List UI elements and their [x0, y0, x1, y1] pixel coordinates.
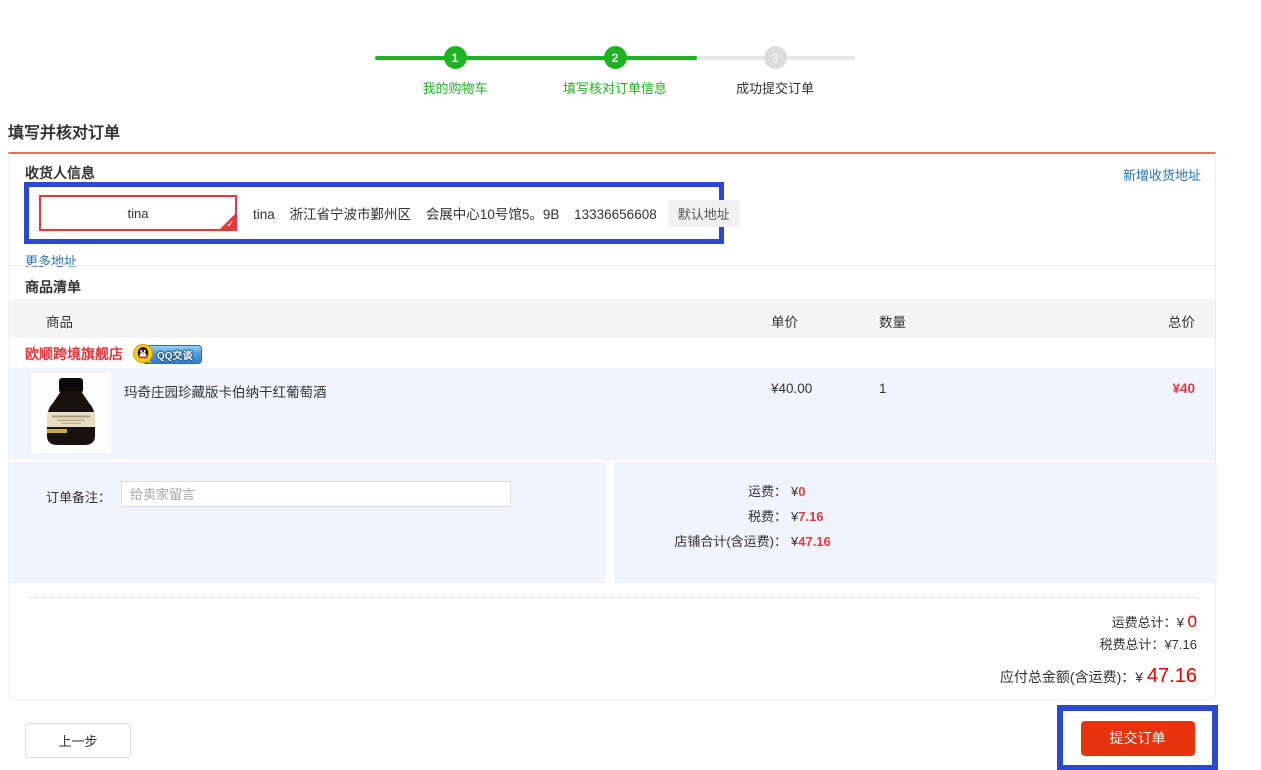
summary-tax-value: ¥7.16 [1164, 637, 1197, 652]
qq-chat-button[interactable]: QQ交谈 [133, 344, 202, 364]
qq-penguin-icon [133, 344, 154, 364]
store-totals-panel: 运费： ¥ 0 税费： ¥ 7.16 店铺合计(含运费)： ¥ 47.16 [614, 462, 1217, 583]
order-box: 收货人信息 新增收货地址 tina ✓ tina 浙江省宁波市鄞州区 会展中心1… [8, 152, 1216, 700]
col-header-total: 总价 [1168, 311, 1195, 331]
order-summary: 运费总计：¥ 0 税费总计：¥7.16 应付总金额(含运费)：¥ 47.16 [29, 597, 1197, 692]
summary-payable-currency: ¥ [1135, 669, 1147, 685]
add-address-link[interactable]: 新增收货地址 [1123, 165, 1201, 184]
store-tax-row: 税费： ¥ 7.16 [642, 504, 831, 529]
order-remark-panel: 订单备注： [9, 462, 606, 583]
wine-bottle-image [31, 373, 111, 453]
summary-tax-row: 税费总计：¥7.16 [29, 634, 1197, 656]
store-shipping-label: 运费： [642, 479, 787, 504]
selected-address-card[interactable]: tina ✓ [39, 195, 237, 231]
address-recipient: tina [253, 207, 275, 222]
address-phone: 13336656608 [574, 207, 657, 222]
product-quantity: 1 [879, 381, 887, 396]
summary-tax-label: 税费总计： [1099, 637, 1164, 652]
step-cart: 1 我的购物车 [375, 46, 535, 97]
address-detail-line: tina 浙江省宁波市鄞州区 会展中心10号馆5。9B 13336656608 [253, 203, 668, 223]
product-table-header: 商品 单价 数量 总价 [9, 299, 1215, 338]
summary-payable-row: 应付总金额(含运费)：¥ 47.16 [29, 661, 1197, 692]
product-name-link[interactable]: 玛奇庄园珍藏版卡伯纳干红葡萄酒 [124, 381, 327, 401]
summary-shipping-currency: ¥ [1177, 615, 1188, 630]
step-3-circle: 3 [764, 46, 787, 69]
step-1-circle: 1 [444, 46, 467, 69]
product-unit-price: ¥40.00 [771, 381, 812, 396]
summary-payable-value: 47.16 [1147, 665, 1197, 687]
store-shipping-row: 运费： ¥ 0 [642, 479, 831, 504]
col-header-quantity: 数量 [879, 311, 906, 331]
store-tax-value: 7.16 [798, 504, 823, 529]
summary-shipping-row: 运费总计：¥ 0 [29, 611, 1197, 634]
highlight-box-submit: 提交订单 [1057, 705, 1218, 770]
store-shipping-value: 0 [798, 479, 805, 504]
summary-payable-label: 应付总金额(含运费)： [1000, 669, 1135, 685]
order-remark-label: 订单备注： [46, 487, 111, 506]
product-row: 玛奇庄园珍藏版卡伯纳干红葡萄酒 ¥40.00 1 ¥40 [9, 368, 1215, 460]
checkout-stepper: 1 我的购物车 2 填写核对订单信息 3 成功提交订单 [375, 46, 855, 97]
address-street: 会展中心10号馆5。9B [426, 207, 560, 222]
check-icon: ✓ [226, 220, 234, 229]
qq-chat-label: QQ交谈 [157, 347, 193, 362]
store-tax-label: 税费： [642, 504, 787, 529]
address-region: 浙江省宁波市鄞州区 [290, 207, 412, 222]
summary-shipping-value: 0 [1188, 612, 1197, 631]
step-submitted: 3 成功提交订单 [695, 46, 855, 97]
page-title: 填写并核对订单 [8, 119, 120, 143]
step-3-label: 成功提交订单 [736, 78, 814, 97]
col-header-product: 商品 [46, 311, 73, 331]
col-header-unit-price: 单价 [771, 311, 798, 331]
back-button[interactable]: 上一步 [25, 723, 131, 758]
store-shipping-currency: ¥ [791, 479, 798, 504]
store-name-link[interactable]: 欧顺跨境旗舰店 [25, 344, 123, 364]
summary-shipping-label: 运费总计： [1112, 615, 1177, 630]
default-address-badge: 默认地址 [668, 200, 740, 227]
product-image[interactable] [31, 373, 111, 453]
store-subtotal-value: 47.16 [798, 529, 831, 554]
store-row: 欧顺跨境旗舰店 QQ交谈 [9, 338, 1215, 370]
order-remark-input[interactable] [121, 481, 511, 507]
checkout-page: 1 我的购物车 2 填写核对订单信息 3 成功提交订单 填写并核对订单 收货人信… [0, 0, 1261, 770]
step-1-label: 我的购物车 [422, 78, 487, 97]
submit-order-button[interactable]: 提交订单 [1081, 721, 1195, 756]
step-2-circle: 2 [604, 46, 627, 69]
store-subtotal-currency: ¥ [791, 529, 798, 554]
step-confirm-order: 2 填写核对订单信息 [535, 46, 695, 97]
highlight-box-address: tina ✓ tina 浙江省宁波市鄞州区 会展中心10号馆5。9B 13336… [24, 182, 724, 244]
store-subtotal-label: 店铺合计(含运费)： [642, 529, 787, 554]
consignee-section-title: 收货人信息 [25, 163, 95, 183]
product-total-price: ¥40 [1172, 381, 1195, 396]
store-subtotal-row: 店铺合计(含运费)： ¥ 47.16 [642, 529, 831, 554]
store-tax-currency: ¥ [791, 504, 798, 529]
step-2-label: 填写核对订单信息 [563, 78, 667, 97]
address-card-name: tina [128, 206, 149, 221]
